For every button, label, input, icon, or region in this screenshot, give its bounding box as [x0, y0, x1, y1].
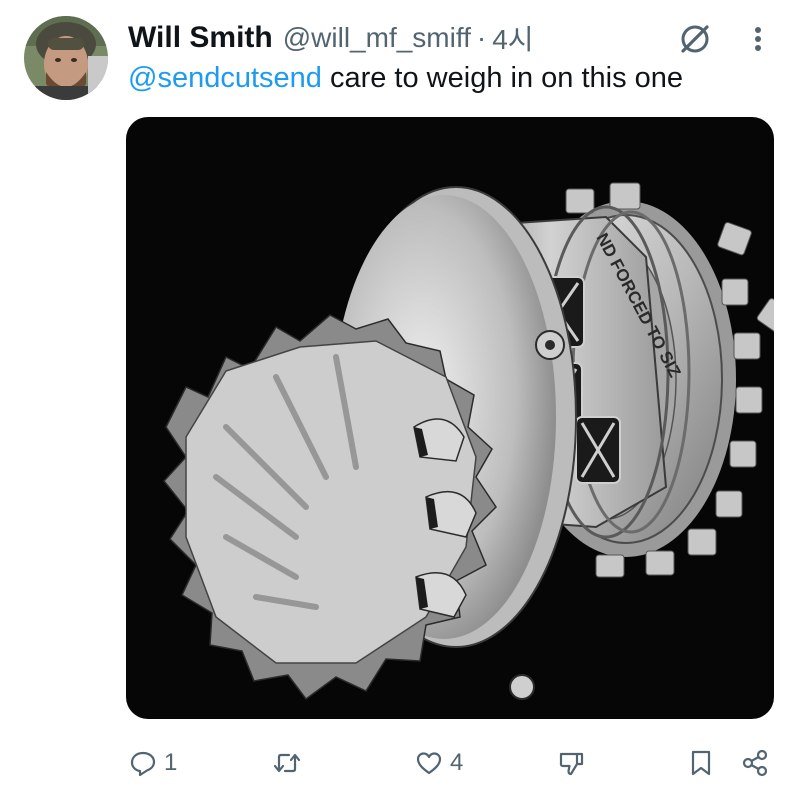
- gear-assembly-render: ND FORCED TO SIZ: [163, 182, 774, 701]
- avatar[interactable]: [24, 16, 108, 100]
- share-icon: [742, 749, 768, 777]
- retweet-button[interactable]: [272, 746, 308, 780]
- reply-icon: [130, 751, 156, 777]
- grok-icon[interactable]: [676, 20, 714, 58]
- tweet: Will Smith @will_mf_smiff · 4시 @sendcuts…: [0, 0, 800, 794]
- bookmark-button[interactable]: [686, 746, 716, 780]
- reply-count: 1: [164, 749, 178, 776]
- reply-button[interactable]: 1: [128, 746, 177, 780]
- dislike-icon: [559, 752, 584, 776]
- tweet-body: care to weigh in on this one: [321, 62, 684, 94]
- tweet-header: Will Smith @will_mf_smiff · 4시: [128, 18, 534, 58]
- like-button[interactable]: 4: [414, 746, 463, 780]
- separator-dot: ·: [476, 22, 487, 53]
- retweet-icon: [273, 753, 301, 773]
- bookmark-icon: [691, 750, 711, 776]
- like-icon: [416, 752, 442, 775]
- tweet-media[interactable]: ND FORCED TO SIZ: [126, 117, 774, 719]
- author-handle[interactable]: @will_mf_smiff: [283, 22, 471, 54]
- tweet-text: @sendcutsend care to weigh in on this on…: [128, 62, 683, 95]
- like-count: 4: [450, 749, 464, 776]
- mention-link[interactable]: @sendcutsend: [128, 62, 322, 94]
- more-icon[interactable]: [744, 20, 772, 58]
- timestamp[interactable]: 4시: [492, 18, 533, 58]
- author-name[interactable]: Will Smith: [128, 21, 273, 55]
- share-button[interactable]: [740, 746, 770, 780]
- dislike-button[interactable]: [556, 746, 586, 780]
